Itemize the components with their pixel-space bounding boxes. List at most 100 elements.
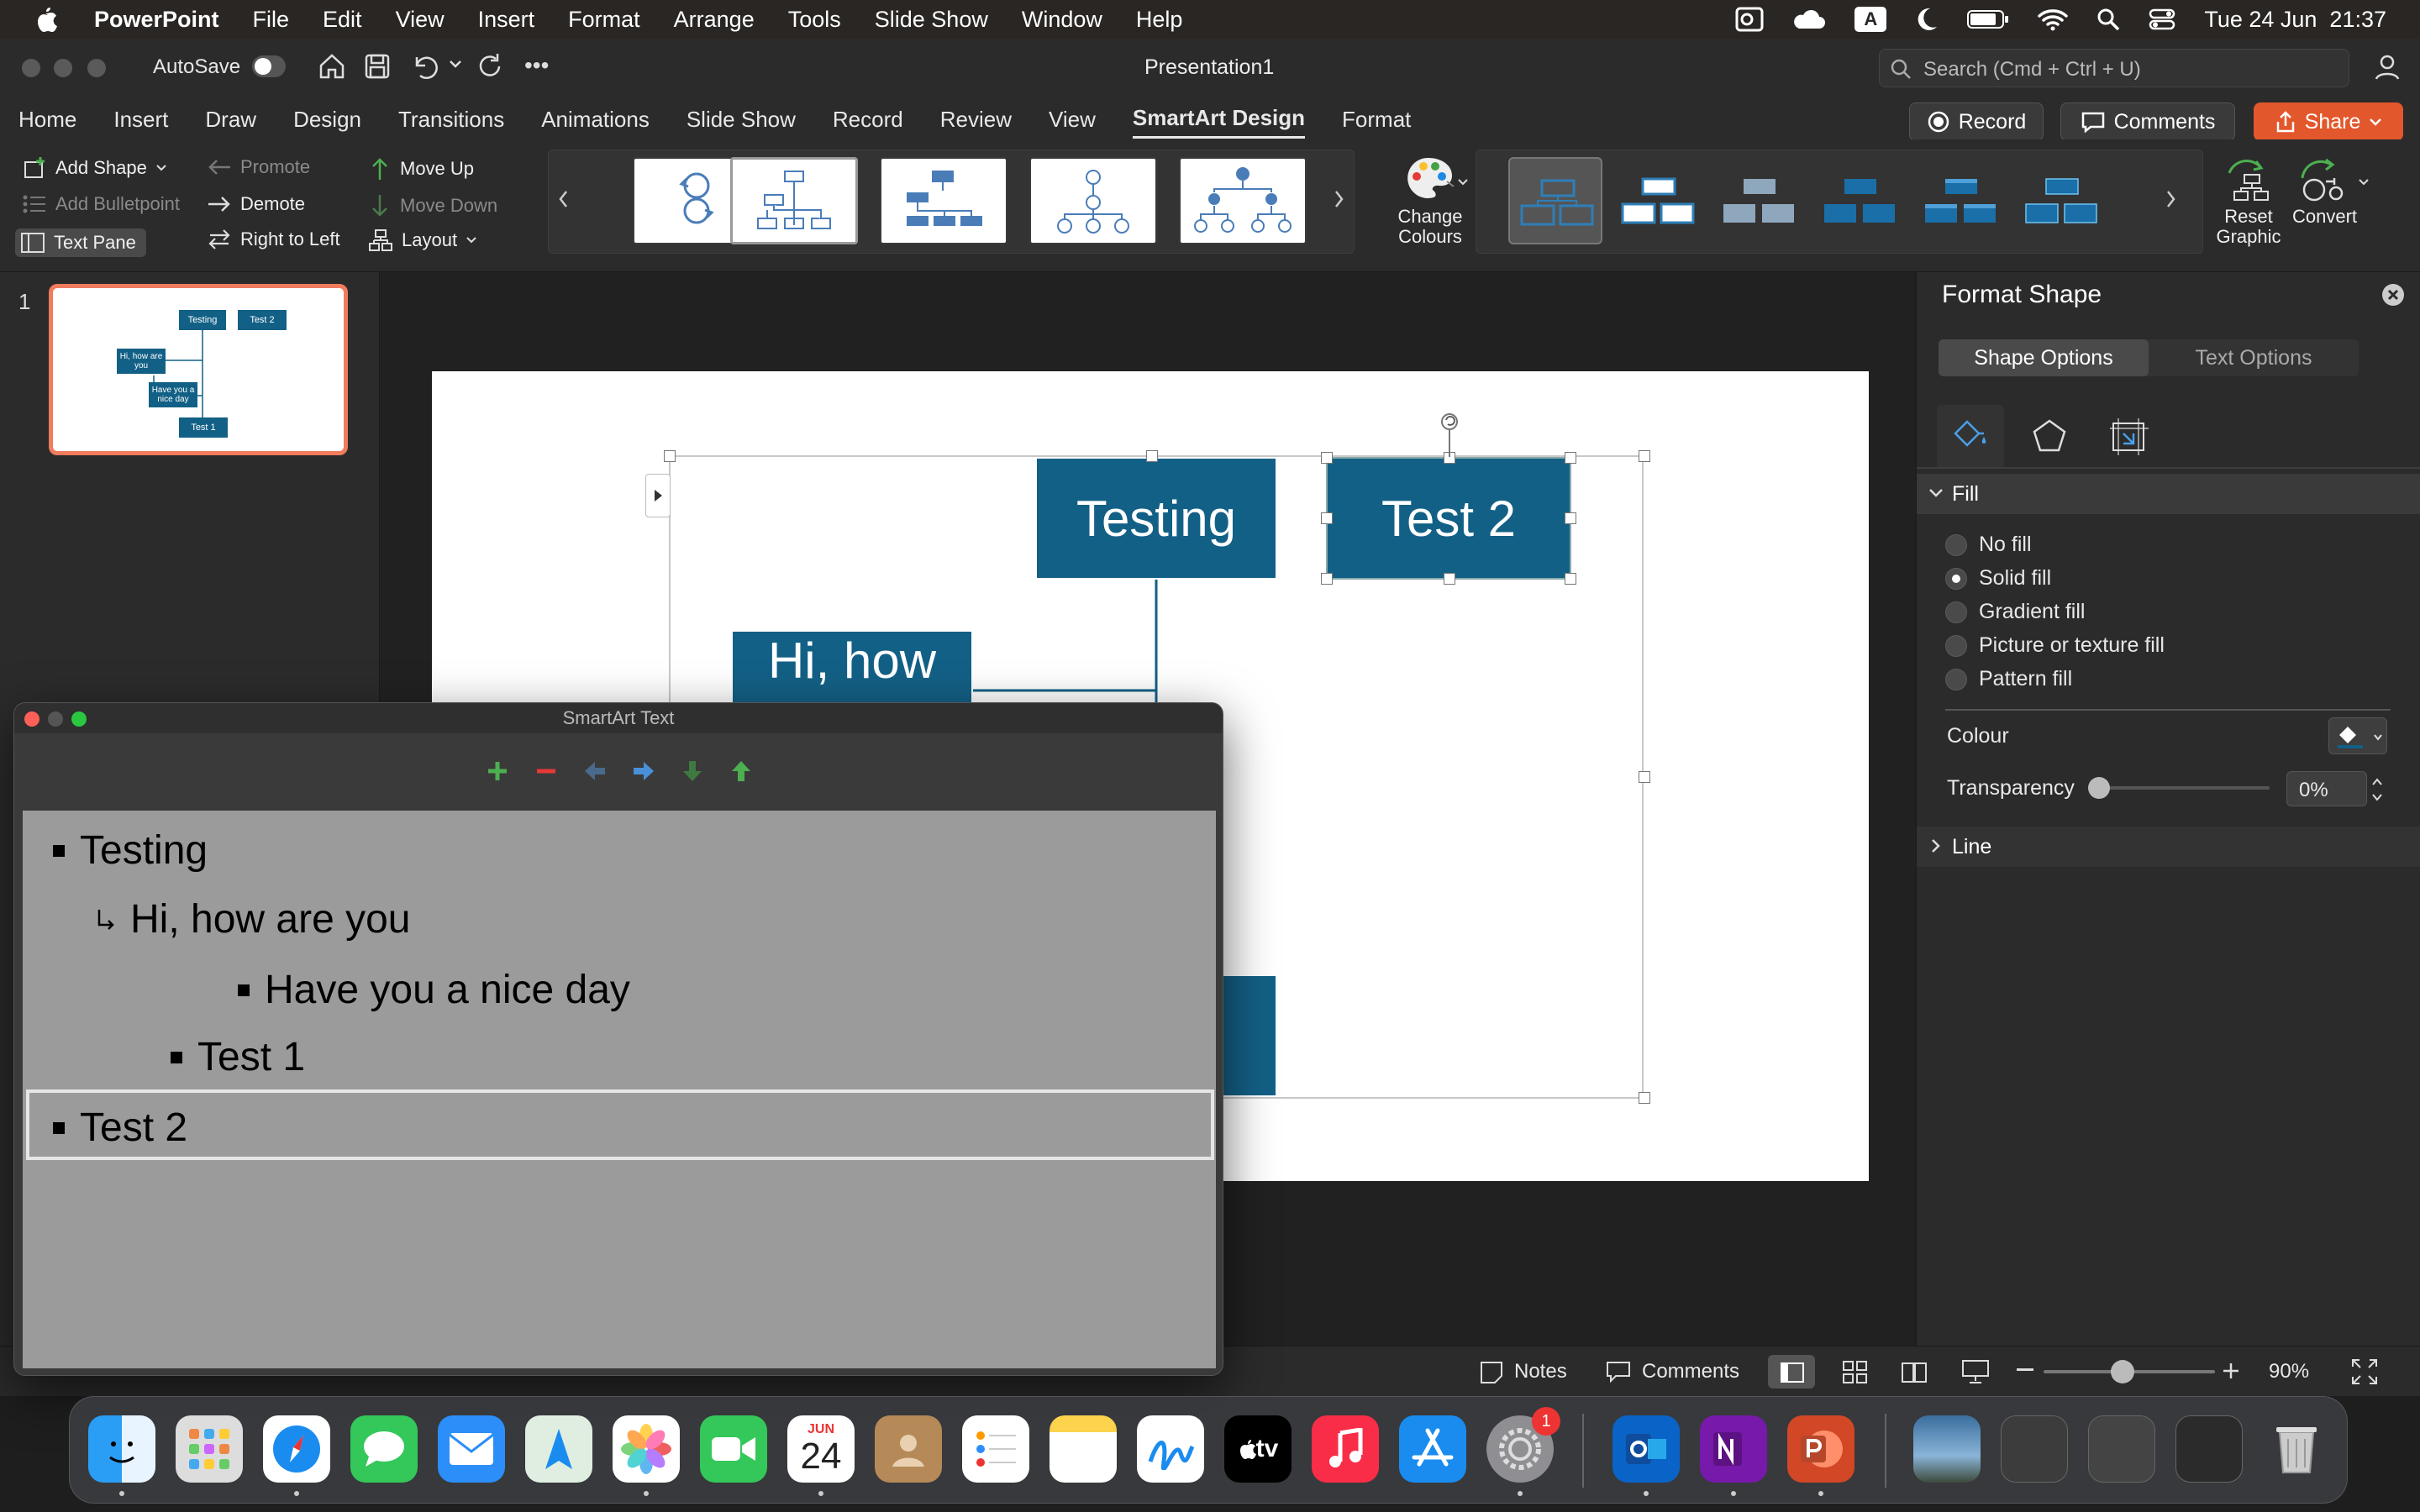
reset-graphic-button[interactable]: Reset Graphic [2215, 156, 2282, 247]
gallery-next-chevron-icon[interactable] [1334, 189, 1345, 209]
status-comments-icon[interactable] [1605, 1360, 1632, 1383]
undo-dropdown-chevron-icon[interactable] [449, 59, 462, 69]
window-minimize-button[interactable] [54, 59, 72, 77]
satext-close-button[interactable] [24, 711, 39, 727]
photos-icon[interactable] [613, 1415, 680, 1483]
add-bulletpoint-button[interactable]: Add Bulletpoint [22, 193, 180, 215]
outlook-icon[interactable] [1612, 1415, 1680, 1483]
maps-icon[interactable] [525, 1415, 592, 1483]
fit-to-window-icon[interactable] [2351, 1358, 2378, 1385]
spotlight-search-icon[interactable] [2096, 8, 2120, 31]
powerpoint-icon[interactable] [1787, 1415, 1854, 1483]
messages-icon[interactable] [350, 1415, 418, 1483]
slideshow-view-icon[interactable] [1961, 1358, 1990, 1385]
zoom-level[interactable]: 90% [2269, 1360, 2309, 1383]
radio-solid-fill[interactable] [1945, 568, 1967, 590]
tab-insert[interactable]: Insert [113, 102, 168, 138]
move-up-arrow-icon[interactable] [729, 759, 754, 784]
demote-button[interactable]: Demote [207, 193, 305, 215]
menu-insert[interactable]: Insert [478, 7, 535, 33]
onenote-icon[interactable] [1700, 1415, 1767, 1483]
shape-handle-bottom-right[interactable] [1565, 573, 1576, 585]
share-button[interactable]: Share [2254, 102, 2403, 141]
zoom-slider-thumb[interactable] [2111, 1360, 2134, 1383]
battery-icon[interactable] [1967, 8, 2009, 30]
icloud-icon[interactable] [1792, 8, 1826, 30]
menu-view[interactable]: View [396, 7, 445, 33]
shape-handle-bottom[interactable] [1444, 573, 1455, 585]
satext-minimize-button[interactable] [48, 711, 63, 727]
fill-line-tab[interactable] [1937, 405, 2004, 467]
tab-home[interactable]: Home [18, 102, 76, 138]
transparency-input[interactable]: 0% [2286, 771, 2367, 806]
tab-design[interactable]: Design [293, 102, 361, 138]
mail-icon[interactable] [438, 1415, 505, 1483]
slide-thumbnail-1[interactable]: Testing Test 2 Hi, how are you Have you … [49, 284, 348, 455]
trash-icon[interactable] [2263, 1415, 2330, 1483]
freeform-icon[interactable] [1137, 1415, 1204, 1483]
frame-handle-right[interactable] [1639, 771, 1650, 783]
frame-handle-top-right[interactable] [1639, 450, 1650, 462]
gallery-layout-circle-hierarchy[interactable] [1029, 157, 1157, 244]
list-item-hi-how-are-you[interactable]: Hi, how are you [97, 896, 411, 942]
app-store-icon[interactable] [1399, 1415, 1466, 1483]
save-icon[interactable] [363, 52, 392, 81]
text-pane-toggle[interactable] [645, 474, 671, 517]
focus-moon-icon[interactable] [1915, 7, 1939, 32]
recent-window-thumbnail-1[interactable] [2001, 1415, 2068, 1483]
shape-handle-top-left[interactable] [1321, 452, 1333, 464]
menu-arrange[interactable]: Arrange [674, 7, 755, 33]
style-intense-effect[interactable] [1913, 157, 2007, 244]
size-properties-icon[interactable] [2108, 417, 2150, 455]
fill-section-header[interactable]: Fill [1917, 474, 2420, 514]
move-up-button[interactable]: Move Up [368, 156, 474, 181]
tab-record[interactable]: Record [833, 102, 903, 138]
menu-edit[interactable]: Edit [323, 7, 362, 33]
change-colours-chevron-icon[interactable] [1457, 178, 1469, 186]
tab-format[interactable]: Format [1342, 102, 1411, 138]
undo-icon[interactable] [410, 52, 439, 81]
colour-picker-button[interactable] [2328, 717, 2387, 754]
outlook-status-icon[interactable] [1735, 7, 1764, 32]
move-down-arrow-icon[interactable] [680, 759, 705, 784]
shape-handle-left[interactable] [1321, 512, 1333, 524]
menu-file[interactable]: File [253, 7, 290, 33]
radio-pattern-fill[interactable] [1945, 669, 1967, 690]
tab-view[interactable]: View [1049, 102, 1096, 138]
tab-animations[interactable]: Animations [541, 102, 650, 138]
gallery-prev-chevron-icon[interactable] [557, 189, 569, 209]
transparency-slider-thumb[interactable] [2088, 777, 2110, 799]
tab-slide-show[interactable]: Slide Show [687, 102, 796, 138]
contacts-icon[interactable] [875, 1415, 942, 1483]
autosave-toggle[interactable] [252, 55, 286, 77]
frame-handle-bottom-right[interactable] [1639, 1092, 1650, 1104]
satext-zoom-button[interactable] [71, 711, 87, 727]
smartart-shape-test2-selected[interactable]: Test 2 [1326, 457, 1571, 580]
list-item-test-1[interactable]: Test 1 [171, 1034, 305, 1080]
zoom-out-icon[interactable] [2017, 1368, 2033, 1372]
convert-chevron-icon[interactable] [2358, 178, 2370, 186]
frame-handle-top-left[interactable] [664, 450, 676, 462]
style-polished[interactable] [2014, 157, 2108, 244]
menubar-clock[interactable]: Tue 24 Jun 21:37 [2204, 7, 2386, 33]
close-pane-icon[interactable] [2381, 282, 2406, 307]
wifi-icon[interactable] [2038, 8, 2069, 31]
convert-button[interactable]: Convert [2292, 156, 2357, 227]
effects-pentagon-icon[interactable] [2031, 418, 2068, 454]
styles-next-chevron-icon[interactable] [2165, 189, 2177, 209]
list-item-have-you-a-nice-day[interactable]: Have you a nice day [238, 967, 630, 1013]
reading-view-icon[interactable] [1901, 1360, 1928, 1385]
shape-handle-bottom-left[interactable] [1321, 573, 1333, 585]
transparency-stepper-icon[interactable] [2370, 773, 2384, 806]
frame-handle-top[interactable] [1146, 450, 1158, 462]
slide-sorter-icon[interactable] [1842, 1360, 1869, 1385]
facetime-icon[interactable] [700, 1415, 767, 1483]
more-commands-icon[interactable]: ••• [524, 52, 549, 79]
tab-review[interactable]: Review [940, 102, 1012, 138]
change-colours-button[interactable]: Change Colours [1388, 155, 1472, 247]
zoom-in-icon[interactable] [2222, 1362, 2240, 1380]
gallery-layout-hierarchy-selected[interactable] [730, 157, 858, 244]
recent-window-thumbnail-2[interactable] [2088, 1415, 2155, 1483]
recent-window-thumbnail-3[interactable] [2175, 1415, 2243, 1483]
control-center-icon[interactable] [2149, 8, 2175, 31]
